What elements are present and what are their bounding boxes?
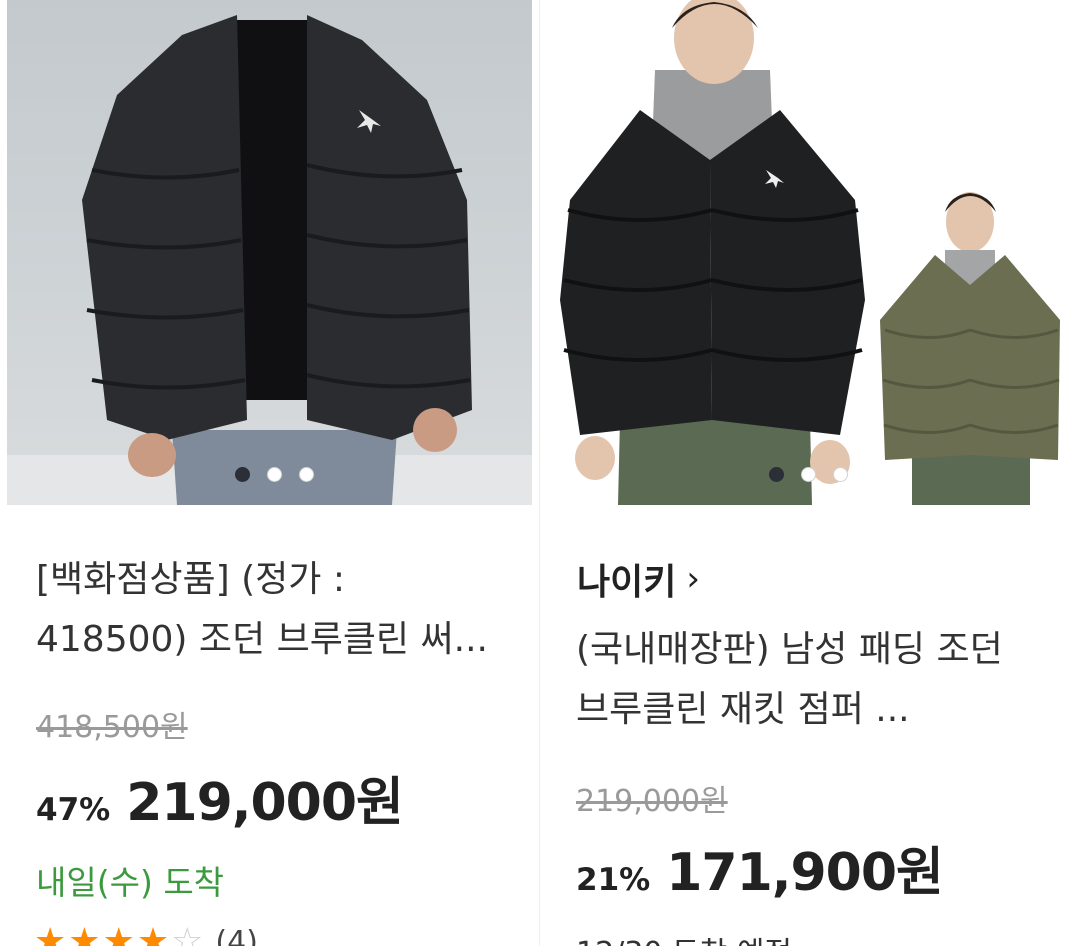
carousel-indicator [769, 467, 848, 482]
carousel-dot[interactable] [769, 467, 784, 482]
carousel-dot[interactable] [801, 467, 816, 482]
star-filled-icon: ★ [136, 921, 170, 946]
product-card-2[interactable]: 나이키 › (국내매장판) 남성 패딩 조던 브루클린 재킷 점퍼 ... 21… [540, 0, 1080, 946]
chevron-right-icon: › [686, 559, 700, 599]
star-filled-icon: ★ [102, 921, 135, 946]
sale-price: 171,900원 [666, 843, 944, 903]
brand-link[interactable]: 나이키 › [577, 553, 700, 605]
review-count: (4) [215, 924, 258, 946]
discount-rate: 47% [36, 792, 111, 828]
discount-rate: 21% [576, 862, 651, 898]
product-card-1[interactable]: [백화점상품] (정가 : 418500) 조던 브루클린 써... 418,5… [0, 0, 540, 946]
carousel-indicator [235, 467, 314, 482]
carousel-dot[interactable] [267, 467, 282, 482]
delivery-info: 12/30 도착 예정 [576, 928, 792, 946]
price-row: 21% 171,900원 [576, 830, 944, 905]
star-filled-icon: ★ [68, 921, 101, 946]
carousel-dot[interactable] [299, 467, 314, 482]
delivery-info: 내일(수) 도착 [36, 863, 225, 902]
star-filled-icon: ★ [34, 921, 67, 946]
original-price: 219,000원 [576, 784, 728, 819]
carousel-dot[interactable] [235, 467, 250, 482]
product-image-1[interactable] [7, 0, 532, 505]
star-empty-icon: ☆ [171, 921, 204, 946]
sale-price: 219,000원 [126, 773, 404, 833]
product-title[interactable]: (국내매장판) 남성 패딩 조던 브루클린 재킷 점퍼 ... [576, 620, 1036, 740]
price-row: 47% 219,000원 [36, 760, 404, 835]
brand-name: 나이키 [577, 562, 677, 603]
rating[interactable]: ★ ★ ★ ★ ☆ (4) [34, 922, 258, 946]
product-image-2[interactable] [540, 0, 1080, 505]
carousel-dot[interactable] [833, 467, 848, 482]
product-title[interactable]: [백화점상품] (정가 : 418500) 조던 브루클린 써... [36, 550, 496, 670]
original-price: 418,500원 [36, 710, 188, 745]
